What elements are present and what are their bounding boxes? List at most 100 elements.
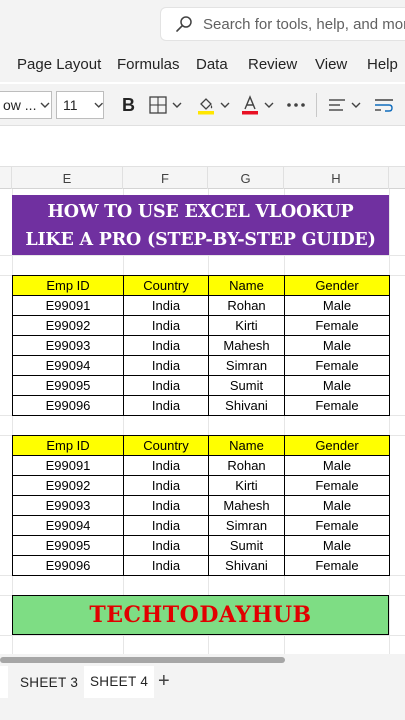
cell[interactable]: E99092 bbox=[12, 315, 124, 336]
header-country[interactable]: Country bbox=[123, 435, 209, 456]
cell[interactable]: E99093 bbox=[12, 495, 124, 516]
font-name-value: ow ... bbox=[3, 97, 37, 113]
tab-data[interactable]: Data bbox=[196, 56, 228, 73]
gridline bbox=[12, 189, 13, 654]
column-header-partial[interactable] bbox=[0, 167, 12, 189]
header-gender[interactable]: Gender bbox=[284, 275, 390, 296]
cell[interactable]: Mahesh bbox=[208, 495, 285, 516]
column-header-f[interactable]: F bbox=[123, 167, 208, 189]
cell[interactable]: Simran bbox=[208, 355, 285, 376]
cell[interactable]: E99095 bbox=[12, 375, 124, 396]
cell[interactable]: India bbox=[123, 495, 209, 516]
cell[interactable]: Rohan bbox=[208, 295, 285, 316]
cell[interactable]: E99096 bbox=[12, 395, 124, 416]
header-gender[interactable]: Gender bbox=[284, 435, 390, 456]
column-header-g[interactable]: G bbox=[208, 167, 284, 189]
cell[interactable]: Kirti bbox=[208, 315, 285, 336]
cell[interactable]: India bbox=[123, 395, 209, 416]
brand-banner[interactable]: TECHTODAYHUB bbox=[12, 595, 389, 635]
cell[interactable]: India bbox=[123, 315, 209, 336]
tab-review[interactable]: Review bbox=[248, 56, 297, 73]
cell[interactable]: Shivani bbox=[208, 395, 285, 416]
header-name[interactable]: Name bbox=[208, 435, 285, 456]
cell[interactable]: Rohan bbox=[208, 455, 285, 476]
font-color-button[interactable] bbox=[241, 84, 274, 126]
cell[interactable]: Sumit bbox=[208, 375, 285, 396]
tab-page-layout[interactable]: Page Layout bbox=[17, 56, 101, 73]
cell[interactable]: Shivani bbox=[208, 555, 285, 576]
cell[interactable]: Kirti bbox=[208, 475, 285, 496]
cell[interactable]: India bbox=[123, 535, 209, 556]
header-country[interactable]: Country bbox=[123, 275, 209, 296]
header-emp-id[interactable]: Emp ID bbox=[12, 435, 124, 456]
cell[interactable]: Male bbox=[284, 495, 390, 516]
cell[interactable]: Simran bbox=[208, 515, 285, 536]
cell[interactable]: Male bbox=[284, 375, 390, 396]
cell[interactable]: E99091 bbox=[12, 455, 124, 476]
table-row: E99091 India Rohan Male bbox=[12, 455, 390, 476]
cell[interactable]: India bbox=[123, 455, 209, 476]
cell[interactable]: E99094 bbox=[12, 515, 124, 536]
chevron-down-icon bbox=[40, 102, 50, 108]
font-size-select[interactable]: 11 bbox=[56, 91, 104, 119]
cell[interactable]: E99096 bbox=[12, 555, 124, 576]
cell[interactable]: Sumit bbox=[208, 535, 285, 556]
cell[interactable]: India bbox=[123, 355, 209, 376]
cell[interactable]: Male bbox=[284, 335, 390, 356]
column-header-e[interactable]: E bbox=[12, 167, 123, 189]
header-emp-id[interactable]: Emp ID bbox=[12, 275, 124, 296]
employee-table-1: Emp ID Country Name Gender E99091 India … bbox=[12, 275, 390, 416]
chevron-down-icon bbox=[172, 102, 182, 108]
table-row: E99094 India Simran Female bbox=[12, 515, 390, 536]
scrollbar-thumb[interactable] bbox=[0, 657, 285, 663]
column-header-h[interactable]: H bbox=[284, 167, 389, 189]
horizontal-scrollbar[interactable] bbox=[0, 654, 405, 666]
table-row: E99095 India Sumit Male bbox=[12, 375, 390, 396]
cell[interactable]: India bbox=[123, 295, 209, 316]
font-color-icon bbox=[242, 95, 258, 115]
cell[interactable]: India bbox=[123, 375, 209, 396]
add-sheet-icon[interactable]: + bbox=[158, 670, 170, 693]
search-input[interactable]: Search for tools, help, and more bbox=[160, 7, 405, 41]
cell[interactable]: India bbox=[123, 515, 209, 536]
spreadsheet-grid[interactable]: HOW TO USE EXCEL VLOOKUP LIKE A PRO (STE… bbox=[0, 189, 405, 654]
cell[interactable]: E99095 bbox=[12, 535, 124, 556]
align-button[interactable] bbox=[328, 84, 361, 126]
cell[interactable]: Female bbox=[284, 555, 390, 576]
wrap-text-button[interactable] bbox=[374, 84, 394, 126]
cell[interactable]: Mahesh bbox=[208, 335, 285, 356]
cell[interactable]: Female bbox=[284, 355, 390, 376]
cell[interactable]: E99093 bbox=[12, 335, 124, 356]
chevron-down-icon bbox=[220, 102, 230, 108]
header-name[interactable]: Name bbox=[208, 275, 285, 296]
bold-button[interactable]: B bbox=[122, 84, 135, 126]
title-line-2: LIKE A PRO (STEP-BY-STEP GUIDE) bbox=[25, 230, 376, 250]
title-line-1: HOW TO USE EXCEL VLOOKUP bbox=[47, 202, 354, 222]
cell[interactable]: E99094 bbox=[12, 355, 124, 376]
cell[interactable]: E99091 bbox=[12, 295, 124, 316]
tab-view[interactable]: View bbox=[315, 56, 347, 73]
font-name-select[interactable]: ow ... bbox=[0, 91, 52, 119]
cell[interactable]: Male bbox=[284, 295, 390, 316]
column-headers: E F G H bbox=[0, 167, 405, 189]
borders-button[interactable] bbox=[149, 84, 182, 126]
more-options-button[interactable] bbox=[286, 84, 306, 126]
cell[interactable]: India bbox=[123, 475, 209, 496]
cell[interactable]: Female bbox=[284, 475, 390, 496]
cell[interactable]: Female bbox=[284, 315, 390, 336]
cell[interactable]: Female bbox=[284, 515, 390, 536]
cell[interactable]: Female bbox=[284, 395, 390, 416]
tab-help[interactable]: Help bbox=[367, 56, 398, 73]
cell[interactable]: E99092 bbox=[12, 475, 124, 496]
sheet-tab-3[interactable]: SHEET 3 bbox=[20, 666, 78, 698]
gridline bbox=[0, 635, 405, 636]
cell[interactable]: Male bbox=[284, 535, 390, 556]
cell[interactable]: India bbox=[123, 335, 209, 356]
fill-color-button[interactable] bbox=[197, 84, 230, 126]
cell[interactable]: Male bbox=[284, 455, 390, 476]
sheet-tab-4[interactable]: SHEET 4 bbox=[84, 666, 155, 698]
sheet-tab-partial[interactable] bbox=[0, 666, 8, 698]
cell[interactable]: India bbox=[123, 555, 209, 576]
title-banner[interactable]: HOW TO USE EXCEL VLOOKUP LIKE A PRO (STE… bbox=[12, 195, 389, 255]
tab-formulas[interactable]: Formulas bbox=[117, 56, 180, 73]
